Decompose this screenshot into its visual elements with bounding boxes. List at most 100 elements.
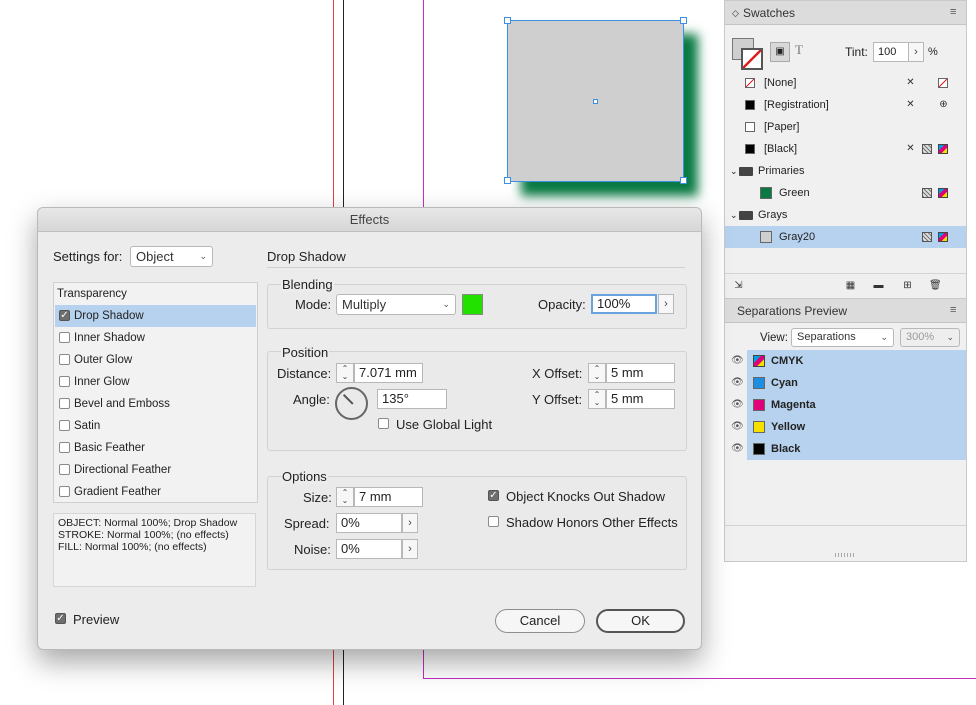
swatch-row-black[interactable]: [Black] ✕ xyxy=(725,138,966,160)
ink-row-cmyk[interactable]: 👁 CMYK xyxy=(725,350,966,372)
frame-handle-tl[interactable] xyxy=(504,17,511,24)
effect-checkbox[interactable] xyxy=(59,398,70,409)
effect-checkbox[interactable] xyxy=(59,354,70,365)
trash-icon[interactable]: 🗑 xyxy=(929,280,942,291)
effect-directional-feather[interactable]: Directional Feather xyxy=(55,459,256,481)
effect-checkbox[interactable] xyxy=(59,420,70,431)
opacity-arrow-button[interactable]: › xyxy=(658,294,674,314)
x-offset-field[interactable]: 5 mm xyxy=(606,363,675,383)
frame-center-point[interactable] xyxy=(593,99,598,104)
spread-arrow-button[interactable]: › xyxy=(402,513,418,533)
effect-checkbox[interactable] xyxy=(59,442,70,453)
ink-row-magenta[interactable]: 👁 Magenta xyxy=(725,394,966,416)
cmyk-ink-icon xyxy=(753,355,765,367)
knocks-out-shadow-checkbox[interactable]: ✓ xyxy=(488,490,499,501)
swatch-name: Gray20 xyxy=(779,231,816,243)
preview-checkbox[interactable]: ✓ xyxy=(55,613,66,624)
fill-stroke-proxy[interactable] xyxy=(732,38,763,70)
zoom-select[interactable]: 300% ⌄ xyxy=(900,328,960,347)
swatch-row-paper[interactable]: [Paper] xyxy=(725,116,966,138)
swatch-group-grays[interactable]: ⌄ Grays xyxy=(725,204,966,226)
swatch-group-primaries[interactable]: ⌄ Primaries xyxy=(725,160,966,182)
new-color-group-icon[interactable]: ▬ xyxy=(873,280,884,291)
effect-checkbox[interactable] xyxy=(59,464,70,475)
noise-arrow-button[interactable]: › xyxy=(402,539,418,559)
swatch-row-registration[interactable]: [Registration] ✕ ⊕ xyxy=(725,94,966,116)
place-swatches-icon[interactable]: ⇲ xyxy=(733,280,744,291)
registration-swatch-icon xyxy=(745,100,755,110)
shadow-color-swatch[interactable] xyxy=(462,294,483,315)
ink-row-yellow[interactable]: 👁 Yellow xyxy=(725,416,966,438)
effect-inner-shadow[interactable]: Inner Shadow xyxy=(55,327,256,349)
chevron-down-icon[interactable]: ⌄ xyxy=(730,204,738,226)
x-offset-stepper[interactable]: ⌃ ⌄ xyxy=(588,363,606,383)
angle-field[interactable]: 135° xyxy=(377,389,447,409)
tint-field[interactable]: 100 xyxy=(873,42,909,62)
size-field[interactable]: 7 mm xyxy=(354,487,423,507)
swatch-row-gray20[interactable]: Gray20 xyxy=(725,226,966,248)
swatch-row-none[interactable]: [None] ✕ xyxy=(725,72,966,94)
formatting-text-icon[interactable]: T xyxy=(795,42,803,58)
ok-button[interactable]: OK xyxy=(596,609,685,633)
panel-resize-grip[interactable] xyxy=(835,553,855,557)
angle-dial[interactable] xyxy=(335,387,368,420)
show-swatch-kinds-icon[interactable]: ▦ xyxy=(845,280,856,291)
effect-basic-feather[interactable]: Basic Feather xyxy=(55,437,256,459)
effect-label: Inner Shadow xyxy=(74,332,145,344)
distance-stepper[interactable]: ⌃ ⌄ xyxy=(336,363,354,383)
effect-label: Outer Glow xyxy=(74,354,133,366)
swatch-row-green[interactable]: Green xyxy=(725,182,966,204)
effect-checkbox[interactable]: ✓ xyxy=(59,310,70,321)
effect-inner-glow[interactable]: Inner Glow xyxy=(55,371,256,393)
size-stepper[interactable]: ⌃ ⌄ xyxy=(336,487,354,507)
new-swatch-icon[interactable]: ⊞ xyxy=(902,280,913,291)
honors-effects-checkbox[interactable] xyxy=(488,516,499,527)
effect-satin[interactable]: Satin xyxy=(55,415,256,437)
ink-row-cyan[interactable]: 👁 Cyan xyxy=(725,372,966,394)
frame-handle-br[interactable] xyxy=(680,177,687,184)
position-legend: Position xyxy=(281,345,330,360)
effects-list-header[interactable]: Transparency xyxy=(55,283,256,305)
effect-bevel-emboss[interactable]: Bevel and Emboss xyxy=(55,393,256,415)
tint-arrow-button[interactable]: › xyxy=(908,42,924,62)
effect-checkbox[interactable] xyxy=(59,486,70,497)
effect-gradient-feather[interactable]: Gradient Feather xyxy=(55,481,256,503)
eye-icon[interactable]: 👁 xyxy=(731,350,744,372)
formatting-container-icon[interactable]: ▣ xyxy=(770,42,790,62)
effect-label: Satin xyxy=(74,420,101,432)
chevron-down-icon[interactable]: ⌄ xyxy=(730,160,738,182)
spread-field[interactable]: 0% xyxy=(336,513,402,533)
eye-icon[interactable]: 👁 xyxy=(731,372,744,394)
settings-for-select[interactable]: Object ⌄ xyxy=(130,246,213,267)
view-select[interactable]: Separations ⌄ xyxy=(791,328,894,347)
stroke-none-icon[interactable] xyxy=(741,48,763,70)
ink-row-black[interactable]: 👁 Black xyxy=(725,438,966,460)
tint-label: Tint: xyxy=(845,45,868,59)
view-label: View: xyxy=(760,332,788,344)
opacity-field[interactable]: 100% xyxy=(591,294,657,314)
panel-menu-icon[interactable]: ≡ xyxy=(950,7,960,18)
chevron-down-icon: ⌄ xyxy=(199,251,207,261)
frame-handle-bl[interactable] xyxy=(504,177,511,184)
effect-outer-glow[interactable]: Outer Glow xyxy=(55,349,256,371)
use-global-light-checkbox[interactable] xyxy=(378,418,389,429)
eye-icon[interactable]: 👁 xyxy=(731,394,744,416)
cancel-button[interactable]: Cancel xyxy=(495,609,585,633)
distance-field[interactable]: 7.071 mm xyxy=(354,363,423,383)
effect-checkbox[interactable] xyxy=(59,332,70,343)
effect-checkbox[interactable] xyxy=(59,376,70,387)
ink-name: Yellow xyxy=(771,421,806,433)
y-offset-stepper[interactable]: ⌃ ⌄ xyxy=(588,389,606,409)
separations-panel-header[interactable]: Separations Preview ≡ xyxy=(725,299,966,323)
collapse-arrows-icon[interactable]: ◇ xyxy=(732,1,739,25)
noise-field[interactable]: 0% xyxy=(336,539,402,559)
blend-mode-select[interactable]: Multiply ⌄ xyxy=(336,294,456,315)
y-offset-field[interactable]: 5 mm xyxy=(606,389,675,409)
panel-menu-icon[interactable]: ≡ xyxy=(950,305,960,316)
eye-icon[interactable]: 👁 xyxy=(731,438,744,460)
effect-drop-shadow[interactable]: ✓ Drop Shadow xyxy=(55,305,256,327)
dialog-title[interactable]: Effects xyxy=(38,208,701,232)
swatches-panel-header[interactable]: ◇ Swatches ≡ xyxy=(725,1,966,25)
eye-icon[interactable]: 👁 xyxy=(731,416,744,438)
frame-handle-tr[interactable] xyxy=(680,17,687,24)
